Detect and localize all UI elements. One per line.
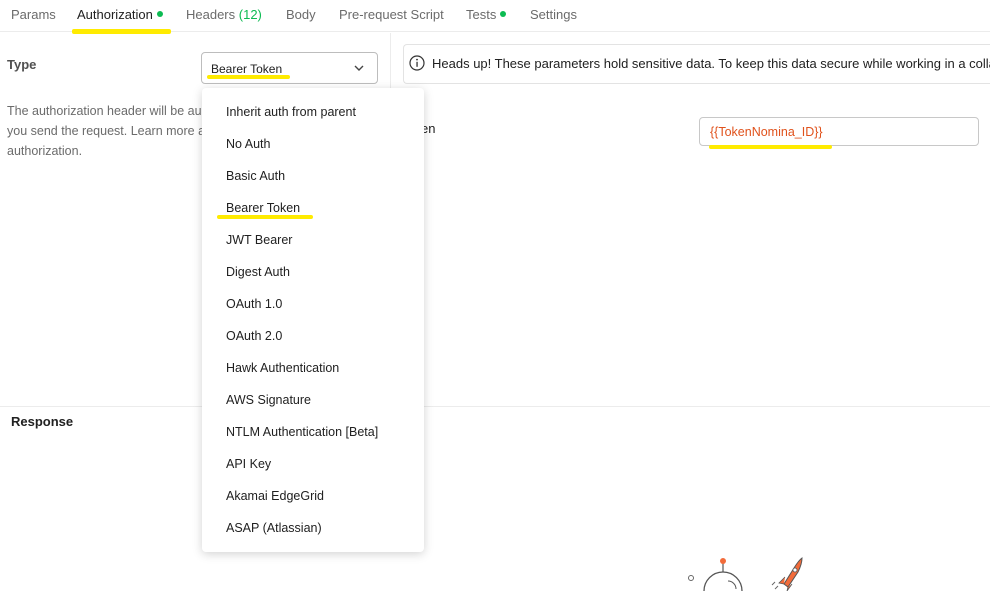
- auth-description-line: The authorization header will be au: [7, 104, 202, 118]
- tab-body-label: Body: [286, 7, 316, 22]
- tab-pre-request-script[interactable]: Pre-request Script: [339, 7, 444, 22]
- response-divider: [0, 406, 990, 407]
- status-dot-icon: [156, 11, 163, 17]
- auth-type-dropdown: Inherit auth from parent No Auth Basic A…: [202, 88, 424, 552]
- dropdown-option-hawk-auth[interactable]: Hawk Authentication: [226, 361, 339, 375]
- dropdown-option-oauth-2[interactable]: OAuth 2.0: [226, 329, 282, 343]
- dropdown-option-basic-auth[interactable]: Basic Auth: [226, 169, 285, 183]
- dropdown-option-asap-atlassian[interactable]: ASAP (Atlassian): [226, 521, 322, 535]
- notice-message: Heads up! These parameters hold sensitiv…: [432, 56, 990, 71]
- auth-description: The authorization header will be au you …: [7, 101, 207, 161]
- dropdown-option-akamai-edgegrid[interactable]: Akamai EdgeGrid: [226, 489, 324, 503]
- info-icon: [409, 55, 425, 71]
- auth-type-select[interactable]: Bearer Token: [201, 52, 378, 84]
- dropdown-option-ntlm-auth[interactable]: NTLM Authentication [Beta]: [226, 425, 378, 439]
- auth-description-line: you send the request. Learn more a: [7, 124, 206, 138]
- response-label: Response: [11, 414, 74, 429]
- tab-headers-label: Headers: [186, 7, 236, 22]
- chevron-down-icon: [354, 65, 364, 71]
- dropdown-option-no-auth[interactable]: No Auth: [226, 137, 270, 151]
- tab-settings[interactable]: Settings: [530, 7, 577, 22]
- dropdown-option-oauth-1[interactable]: OAuth 1.0: [226, 297, 282, 311]
- dropdown-option-digest-auth[interactable]: Digest Auth: [226, 265, 290, 279]
- rocket-illustration-icon: [688, 557, 803, 591]
- auth-type-selected-value: Bearer Token: [211, 62, 283, 76]
- highlight-mark: [709, 145, 832, 149]
- type-label: Type: [7, 57, 37, 72]
- dropdown-option-aws-signature[interactable]: AWS Signature: [226, 393, 311, 407]
- tab-authorization-label: Authorization: [77, 7, 153, 22]
- tab-settings-label: Settings: [530, 7, 577, 22]
- dropdown-option-inherit-auth[interactable]: Inherit auth from parent: [226, 105, 356, 119]
- token-input[interactable]: {{TokenNomina_ID}}: [699, 117, 979, 146]
- status-dot-icon: [500, 11, 507, 17]
- tab-pre-request-script-label: Pre-request Script: [339, 7, 444, 22]
- dropdown-option-bearer-token[interactable]: Bearer Token: [226, 201, 300, 215]
- headers-count-badge: (12): [238, 7, 262, 22]
- tab-tests[interactable]: Tests: [466, 7, 507, 22]
- auth-description-line: authorization.: [7, 144, 83, 158]
- token-variable-value: {{TokenNomina_ID}}: [710, 125, 823, 139]
- tab-authorization[interactable]: Authorization: [77, 7, 163, 22]
- dropdown-option-api-key[interactable]: API Key: [226, 457, 271, 471]
- tab-params[interactable]: Params: [11, 7, 56, 22]
- sensitive-data-notice: Heads up! These parameters hold sensitiv…: [403, 44, 990, 84]
- tab-headers[interactable]: Headers (12): [186, 7, 262, 22]
- request-tabs: Params Authorization Headers (12) Body P…: [0, 0, 990, 32]
- dropdown-option-jwt-bearer[interactable]: JWT Bearer: [226, 233, 292, 247]
- highlight-mark: [207, 75, 290, 79]
- tab-params-label: Params: [11, 7, 56, 22]
- highlight-mark: [217, 215, 313, 219]
- tab-tests-label: Tests: [466, 7, 497, 22]
- tab-body[interactable]: Body: [286, 7, 316, 22]
